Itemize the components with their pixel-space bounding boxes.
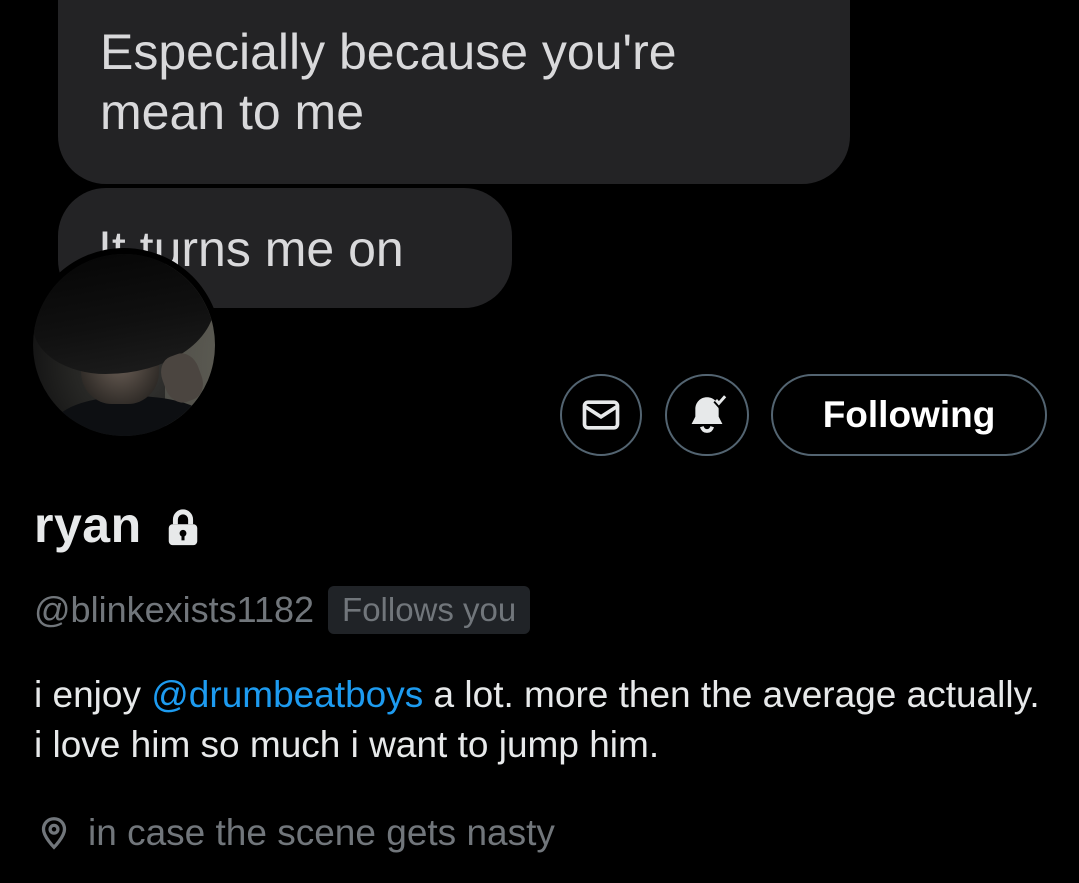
bell-icon [691, 394, 728, 433]
profile-bio: i enjoy @drumbeatboys a lot. more then t… [34, 670, 1054, 770]
avatar-photo [33, 254, 215, 436]
follows-you-badge: Follows you [328, 586, 531, 634]
following-button[interactable]: Following [771, 374, 1047, 456]
bio-mention-link[interactable]: @drumbeatboys [151, 674, 423, 715]
location-text: in case the scene gets nasty [88, 812, 555, 853]
message-line: Especially because you're [100, 24, 677, 80]
avatar[interactable] [27, 248, 221, 442]
location-row: in case the scene gets nasty [36, 812, 555, 854]
notifications-button[interactable] [665, 374, 749, 456]
handle-row: @blinkexists1182 Follows you [34, 586, 531, 634]
message-line: mean to me [100, 84, 365, 140]
message-button[interactable] [560, 374, 642, 456]
bio-text: i enjoy [34, 674, 152, 715]
following-button-label: Following [822, 394, 996, 435]
location-pin-icon [41, 817, 67, 850]
display-name: ryan [34, 497, 142, 553]
lock-icon [168, 509, 197, 546]
username-handle: @blinkexists1182 [34, 589, 315, 630]
message-bubble: Especially because you're mean to me [58, 0, 850, 184]
envelope-icon [582, 400, 620, 430]
profile-name-row: ryan [34, 496, 202, 554]
